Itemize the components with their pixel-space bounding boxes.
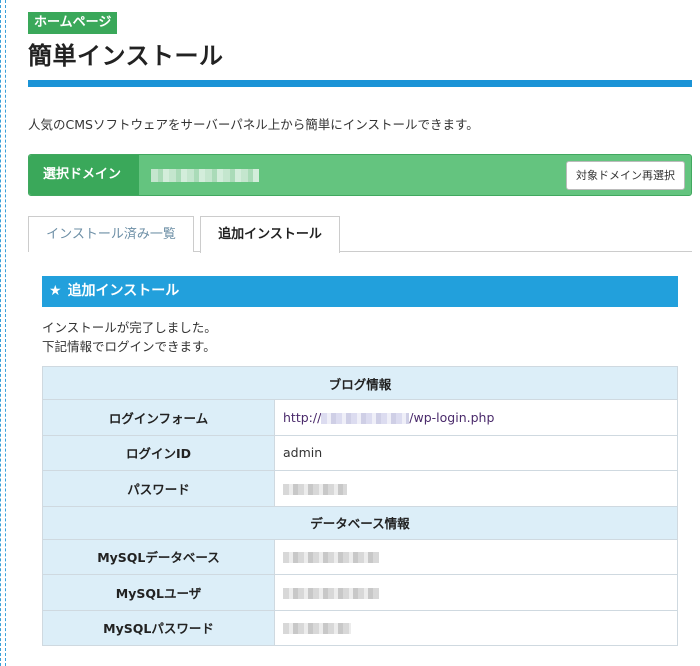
mysql-user-value — [274, 574, 678, 611]
login-id-value: admin — [274, 434, 678, 471]
install-tabs: インストール済み一覧 追加インストール — [28, 216, 692, 253]
blog-info-header: ブログ情報 — [42, 366, 678, 400]
table-row: MySQLユーザ — [42, 574, 678, 611]
install-info-table: ブログ情報 ログインフォーム http:// /wp-login.php ログイン… — [42, 366, 678, 646]
password-label: パスワード — [42, 470, 275, 507]
page-title: 簡単インストール — [28, 42, 224, 70]
login-id-label: ログインID — [42, 434, 275, 471]
mysql-password-value — [274, 609, 678, 646]
table-row: データベース情報 — [42, 505, 678, 540]
mysql-password-label: MySQLパスワード — [42, 609, 275, 646]
mysql-password-masked — [283, 623, 351, 635]
password-value — [274, 470, 678, 507]
table-row: ログインフォーム http:// /wp-login.php — [42, 399, 678, 436]
star-icon: ★ — [49, 283, 62, 299]
password-masked — [283, 483, 347, 495]
tab-installed-list[interactable]: インストール済み一覧 — [28, 216, 194, 252]
table-row: MySQLデータベース — [42, 538, 678, 575]
login-url-prefix[interactable]: http:// — [283, 410, 321, 425]
section-header: ★ 追加インストール — [42, 276, 678, 307]
completion-line-2: 下記情報でログインできます。 — [42, 339, 216, 354]
login-form-value[interactable]: http:// /wp-login.php — [274, 399, 678, 436]
mysql-user-masked — [283, 587, 379, 599]
mysql-user-label: MySQLユーザ — [42, 574, 275, 611]
table-row: ブログ情報 — [42, 366, 678, 400]
completion-message: インストールが完了しました。 下記情報でログインできます。 — [42, 318, 217, 356]
domain-value-masked — [151, 169, 259, 182]
mysql-db-label: MySQLデータベース — [42, 538, 275, 575]
table-row: ログインID admin — [42, 434, 678, 471]
mysql-db-masked — [283, 552, 379, 564]
login-url-suffix[interactable]: /wp-login.php — [409, 410, 494, 425]
title-underline — [28, 80, 692, 87]
login-form-label: ログインフォーム — [42, 399, 275, 436]
completion-line-1: インストールが完了しました。 — [42, 320, 217, 335]
intro-text: 人気のCMSソフトウェアをサーバーパネル上から簡単にインストールできます。 — [28, 117, 479, 132]
tab-add-install[interactable]: 追加インストール — [200, 216, 340, 253]
category-badge: ホームページ — [28, 12, 118, 34]
table-row: MySQLパスワード — [42, 609, 678, 646]
section-title: 追加インストール — [67, 283, 180, 299]
table-row: パスワード — [42, 470, 678, 507]
selected-domain-bar: 選択ドメイン 対象ドメイン再選択 — [28, 154, 692, 196]
reselect-domain-button[interactable]: 対象ドメイン再選択 — [566, 161, 685, 190]
domain-label: 選択ドメイン — [29, 155, 139, 195]
mysql-db-value — [274, 538, 678, 575]
db-info-header: データベース情報 — [42, 505, 678, 540]
login-url-masked — [321, 412, 410, 424]
left-border-decoration — [0, 0, 6, 666]
